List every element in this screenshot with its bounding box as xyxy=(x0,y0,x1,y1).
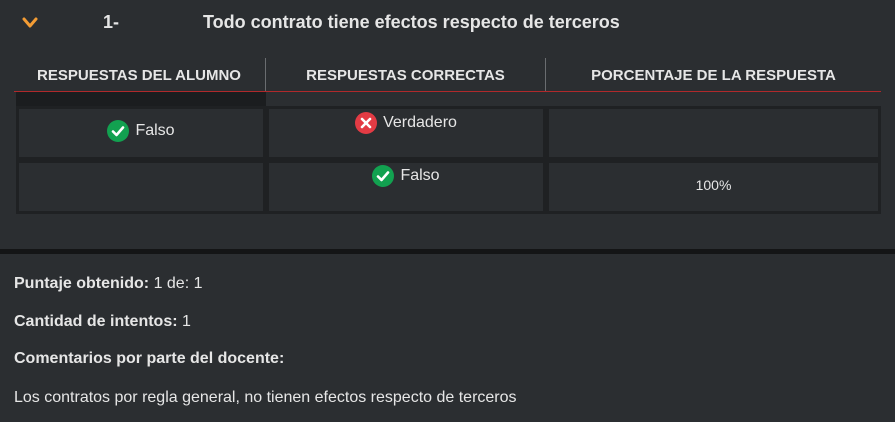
comments-label-line: Comentarios por parte del docente: xyxy=(14,350,284,368)
correct-answer-text: Falso xyxy=(400,167,440,184)
percentage-cell xyxy=(546,106,881,160)
table-row: Falso Verdadero xyxy=(14,106,881,160)
column-header-correct-answers: RESPUESTAS CORRECTAS xyxy=(306,66,505,84)
correct-answer-text: Verdadero xyxy=(383,114,457,131)
student-answer-cell xyxy=(16,160,266,214)
score-line: Puntaje obtenido: 1 de: 1 xyxy=(14,275,203,293)
question-title: Todo contrato tiene efectos respecto de … xyxy=(203,12,620,32)
table-header: RESPUESTAS DEL ALUMNO RESPUESTAS CORRECT… xyxy=(14,58,881,92)
chevron-down-icon[interactable] xyxy=(22,16,38,30)
student-answer-text: Falso xyxy=(135,122,175,139)
attempts-value: 1 xyxy=(182,313,191,330)
column-header-student-answers: RESPUESTAS DEL ALUMNO xyxy=(37,66,241,84)
question-header: 1- Todo contrato tiene efectos respecto … xyxy=(0,0,895,44)
table-row: Falso 100% xyxy=(14,160,881,214)
comments-label: Comentarios por parte del docente: xyxy=(14,350,285,367)
question-number: 1- xyxy=(103,12,120,32)
percentage-text: 100% xyxy=(695,177,732,193)
percentage-cell: 100% xyxy=(546,160,881,214)
attempts-label: Cantidad de intentos: xyxy=(14,313,178,330)
score-value: 1 de: 1 xyxy=(153,275,203,292)
check-circle-icon xyxy=(372,165,395,187)
score-label: Puntaje obtenido: xyxy=(14,275,150,292)
question-result-panel: 1- Todo contrato tiene efectos respecto … xyxy=(0,0,895,422)
x-circle-icon xyxy=(355,112,378,134)
header-shade xyxy=(16,92,266,106)
correct-answer-cell: Verdadero xyxy=(266,106,546,160)
column-header-percentage: PORCENTAJE DE LA RESPUESTA xyxy=(591,66,836,84)
teacher-comment: Los contratos por regla general, no tien… xyxy=(14,389,517,406)
student-answer-cell: Falso xyxy=(16,106,266,160)
attempts-line: Cantidad de intentos: 1 xyxy=(14,313,191,331)
section-divider xyxy=(0,249,895,254)
correct-answer-cell: Falso xyxy=(266,160,546,214)
check-circle-icon xyxy=(107,120,130,142)
